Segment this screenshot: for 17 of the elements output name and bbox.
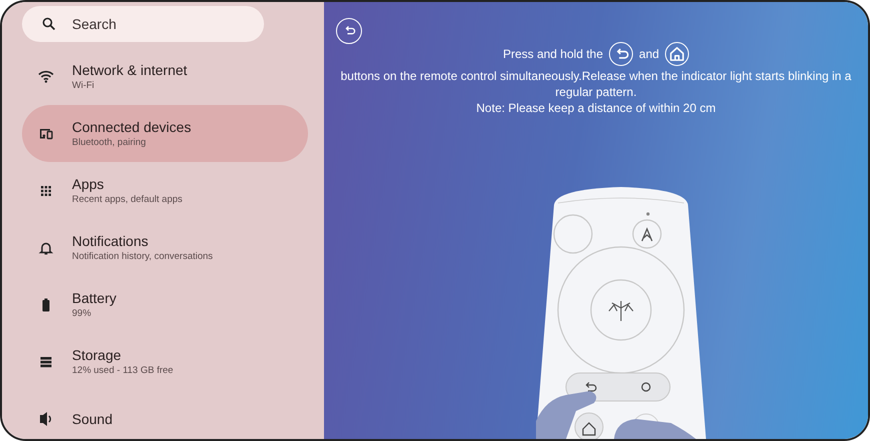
back-button[interactable]: [336, 18, 362, 44]
search-field[interactable]: Search: [22, 6, 264, 42]
sidebar-item[interactable]: Apps Recent apps, default apps: [22, 162, 308, 219]
search-icon: [42, 17, 56, 31]
instruction-text: buttons on the remote control simultaneously.Release when the indicator light starts blinking in a regular pattern.: [340, 68, 852, 100]
instruction-text: Press and hold the: [502, 47, 604, 61]
sidebar-item[interactable]: Connected devices Bluetooth, pairing: [22, 105, 308, 162]
note-text: Note: Please keep a distance of within 20 cm: [475, 101, 717, 115]
speaker-icon: [38, 410, 54, 426]
sidebar-item[interactable]: Notifications Notification history, conversations: [22, 219, 308, 276]
instruction-text: and: [639, 47, 660, 61]
sidebar-item[interactable]: Network & internet Wi-Fi: [22, 48, 308, 105]
sidebar-item[interactable]: Storage 12% used - 113 GB free: [22, 333, 308, 390]
wifi-icon: [38, 68, 54, 84]
sidebar-item[interactable]: Battery 99%: [22, 276, 308, 333]
sidebar-item[interactable]: Sound: [22, 390, 308, 439]
home-icon: [665, 42, 690, 66]
